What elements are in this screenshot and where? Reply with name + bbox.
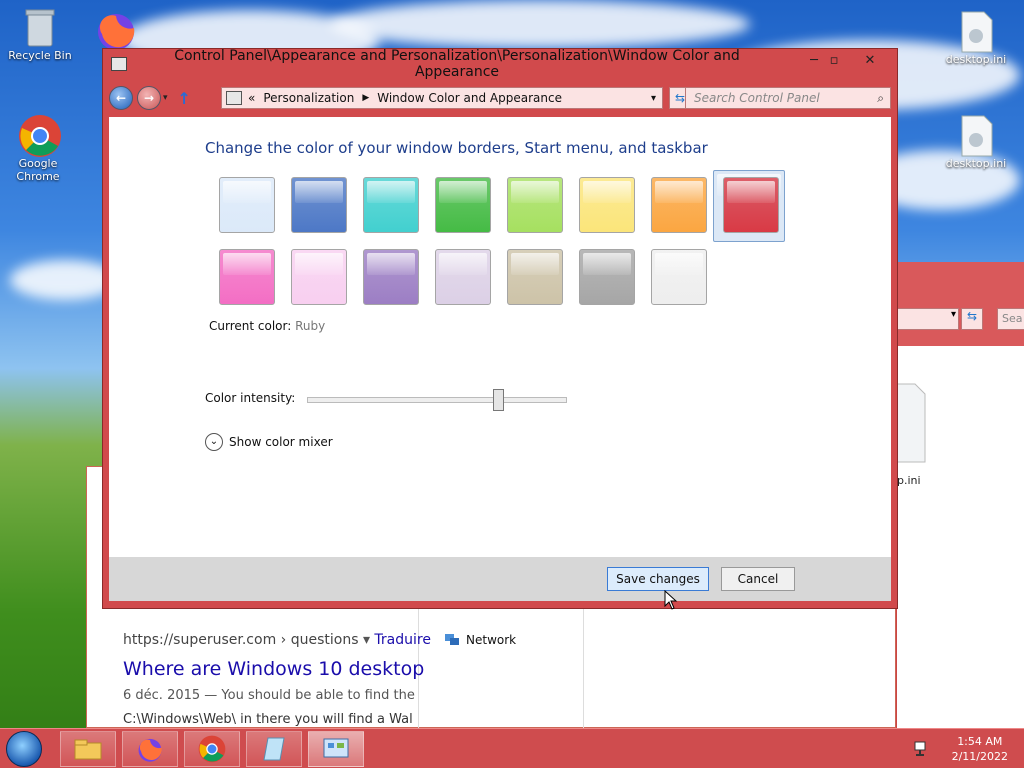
folder-icon [74, 739, 102, 760]
color-swatch-slate[interactable] [651, 249, 707, 305]
navigation-bar: ← → ▾ ↑ « Personalization ▶ Window Color… [109, 81, 893, 115]
color-swatch-leaf[interactable] [435, 177, 491, 233]
color-swatch-sea-foam[interactable] [363, 177, 419, 233]
dialog-footer: Save changes Cancel [109, 557, 891, 601]
arrow-right-icon: → [143, 91, 155, 105]
current-color-value: Ruby [295, 319, 326, 333]
breadcrumb-personalization[interactable]: Personalization [263, 91, 354, 105]
intensity-label: Color intensity: [205, 391, 296, 405]
firefox-desktop-icon[interactable] [94, 8, 138, 52]
chevron-down-icon[interactable]: ⌄ [205, 433, 223, 451]
search-result-url[interactable]: https://superuser.com › questions [123, 632, 358, 648]
forward-button[interactable]: → [137, 86, 161, 110]
recycle-bin-icon [20, 6, 60, 47]
color-swatch-violet[interactable] [363, 249, 419, 305]
window-color-dialog: Control Panel\Appearance and Personaliza… [102, 48, 898, 609]
color-swatch-lemon[interactable] [579, 177, 635, 233]
slider-thumb[interactable] [492, 389, 504, 411]
address-dropdown-icon[interactable]: ▾ [651, 93, 656, 104]
taskbar-notepad[interactable] [246, 731, 302, 767]
title-bar[interactable]: Control Panel\Appearance and Personaliza… [103, 48, 897, 80]
back-button[interactable]: ← [109, 86, 133, 110]
settings-file-icon [956, 114, 996, 157]
history-dropdown-icon[interactable]: ▾ [163, 93, 168, 103]
mouse-cursor-icon [664, 589, 678, 613]
network-tray-icon[interactable] [912, 739, 932, 759]
file-icon [896, 380, 927, 466]
start-button[interactable] [6, 731, 42, 767]
arrow-left-icon: ← [115, 91, 127, 105]
color-swatch-sky[interactable] [219, 177, 275, 233]
control-panel-icon [111, 57, 127, 71]
desktop-icon-desktop-ini-2[interactable]: desktop.ini [938, 114, 1014, 170]
window-title: Control Panel\Appearance and Personaliza… [174, 48, 740, 80]
search-icon[interactable]: ⌕ [877, 91, 884, 106]
search-result-title[interactable]: Where are Windows 10 desktop [123, 658, 424, 680]
settings-file-icon [956, 10, 996, 53]
desktop-icon-desktop-ini-1[interactable]: desktop.ini [938, 10, 1014, 66]
cancel-button[interactable]: Cancel [721, 567, 795, 591]
color-swatch-lime[interactable] [507, 177, 563, 233]
show-color-mixer-toggle[interactable]: ⌄ Show color mixer [205, 433, 333, 451]
taskbar: 1:54 AM 2/11/2022 [0, 728, 1024, 768]
refresh-icon[interactable]: ⇆ [961, 308, 983, 330]
desktop-icon-recycle-bin[interactable]: Recycle Bin [2, 6, 78, 62]
color-swatch-pumpkin[interactable] [651, 177, 707, 233]
chrome-icon [198, 735, 226, 763]
notepad-icon [263, 737, 285, 761]
desktop-icon-label: desktop.ini [945, 157, 1007, 170]
color-intensity-slider[interactable] [307, 389, 567, 411]
taskbar-control-panel[interactable] [308, 731, 364, 767]
control-panel-icon [323, 738, 349, 758]
desktop-icon-label: Recycle Bin [8, 49, 72, 62]
firefox-icon [138, 738, 162, 762]
chrome-icon [18, 114, 61, 157]
desktop-icon-google-chrome[interactable]: Google Chrome [0, 114, 76, 183]
nav-network[interactable]: Network [444, 633, 516, 647]
maximize-button[interactable]: ▫ [819, 51, 849, 71]
breadcrumb-current[interactable]: Window Color and Appearance [377, 91, 562, 105]
explorer-search-input[interactable]: Sea [997, 308, 1024, 330]
desktop-icon-label: Google Chrome [16, 157, 60, 183]
color-swatch-chocolate[interactable] [579, 249, 635, 305]
page-heading: Change the color of your window borders,… [205, 139, 708, 157]
file-label: p.ini [897, 474, 921, 487]
network-icon [444, 633, 460, 647]
search-result-snippet-1: 6 déc. 2015 — You should be able to find… [123, 688, 415, 703]
breadcrumb-chevron-icon[interactable]: « [248, 91, 255, 105]
search-input[interactable]: Search Control Panel ⌕ [685, 87, 891, 109]
content-pane: Change the color of your window borders,… [109, 117, 891, 557]
system-clock[interactable]: 1:54 AM 2/11/2022 [952, 734, 1008, 764]
search-result-snippet-2: C:\Windows\Web\ in there you will find a… [123, 712, 413, 727]
breadcrumb-separator-icon[interactable]: ▶ [362, 93, 369, 103]
address-bar[interactable]: « Personalization ▶ Window Color and App… [221, 87, 663, 109]
taskbar-file-explorer[interactable] [60, 731, 116, 767]
color-swatch-lavender[interactable] [435, 249, 491, 305]
desktop-icon-label: desktop.ini [945, 53, 1007, 66]
close-button[interactable]: ✕ [855, 51, 885, 71]
current-color-label: Current color: [209, 319, 292, 333]
save-changes-button[interactable]: Save changes [607, 567, 709, 591]
color-swatch-ruby[interactable] [723, 177, 779, 233]
search-placeholder: Search Control Panel [694, 91, 820, 105]
color-swatch-blush[interactable] [291, 249, 347, 305]
control-panel-icon [226, 91, 242, 105]
taskbar-chrome[interactable] [184, 731, 240, 767]
clock-time: 1:54 AM [957, 735, 1003, 748]
color-swatch-fuchsia[interactable] [219, 249, 275, 305]
color-mixer-label: Show color mixer [229, 435, 333, 449]
color-swatch-taupe[interactable] [507, 249, 563, 305]
color-swatch-twilight[interactable] [291, 177, 347, 233]
clock-date: 2/11/2022 [951, 750, 1008, 763]
explorer-dropdown[interactable]: ▾ [897, 308, 959, 330]
network-label: Network [466, 633, 517, 647]
background-explorer-window[interactable]: ▾ ⇆ Sea p.ini [896, 262, 1024, 728]
taskbar-firefox[interactable] [122, 731, 178, 767]
translate-link[interactable]: Traduire [374, 632, 431, 648]
up-arrow-icon[interactable]: ↑ [178, 89, 191, 108]
